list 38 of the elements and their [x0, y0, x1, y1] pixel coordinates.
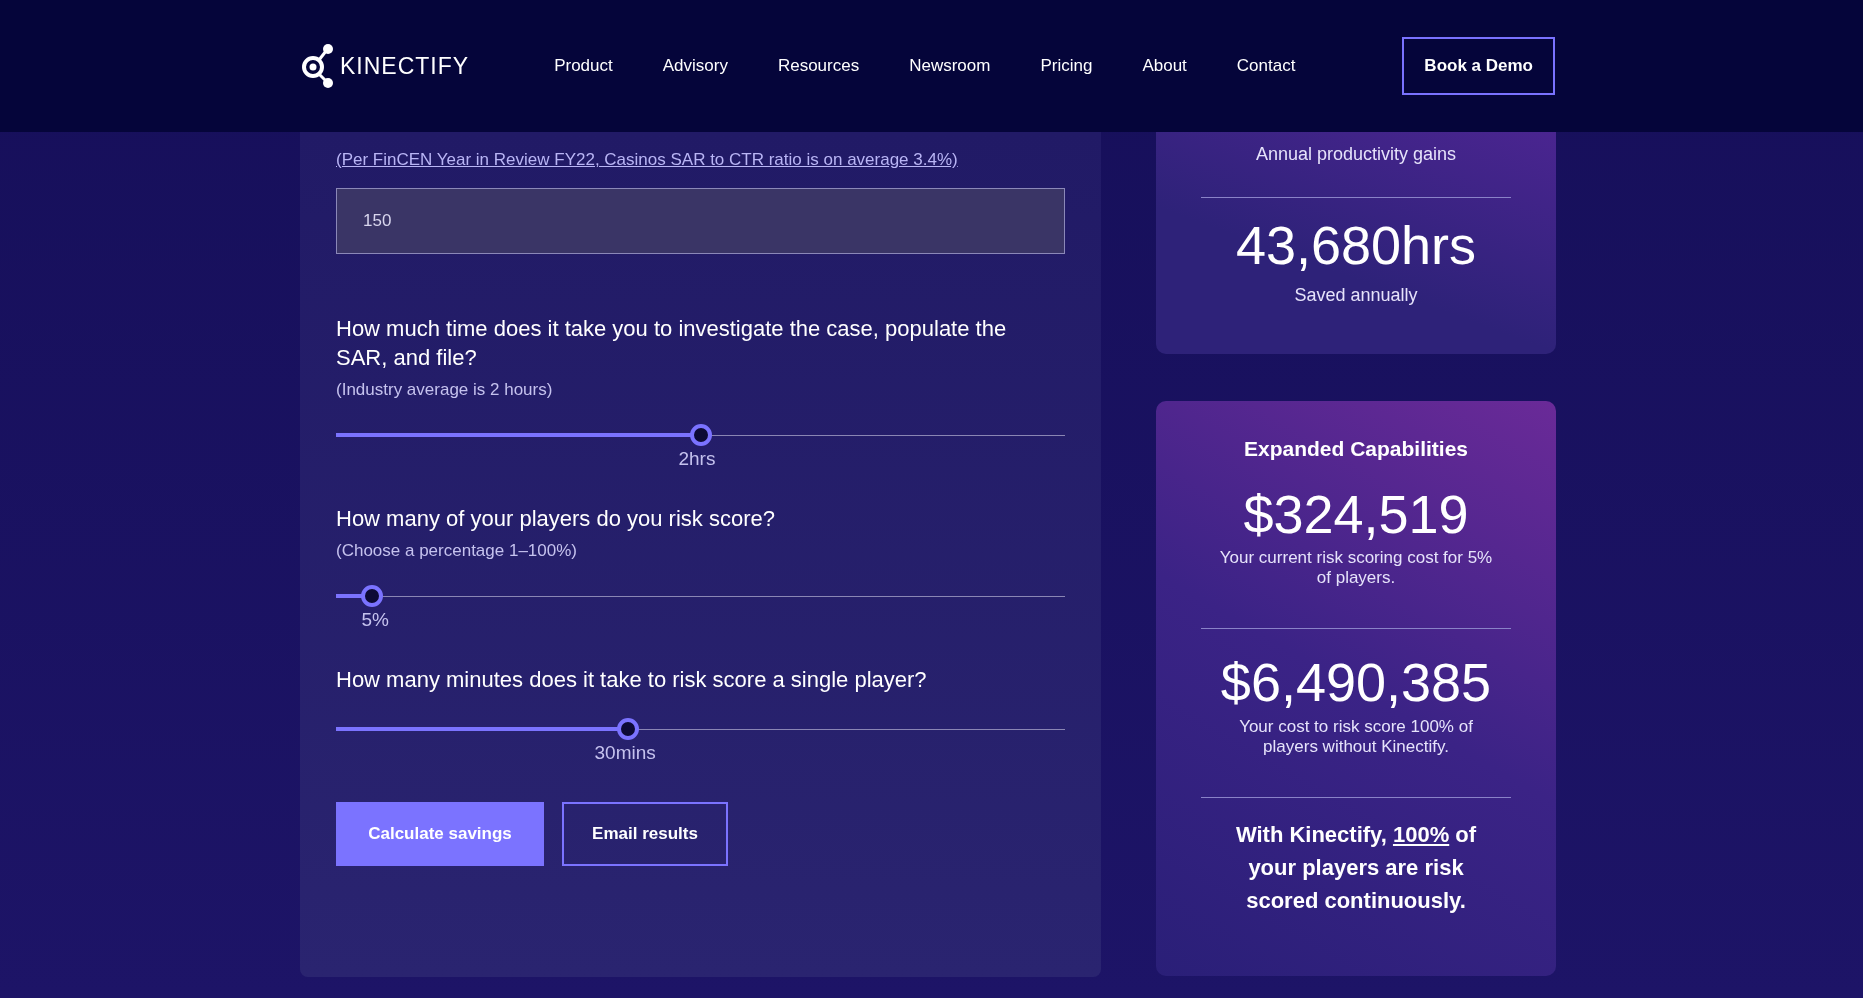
nav-link[interactable]: Product: [529, 56, 638, 76]
question-hint: (Choose a percentage 1–100%): [336, 541, 578, 561]
nav-link[interactable]: Pricing: [1015, 56, 1118, 76]
slider-track[interactable]: [336, 424, 1065, 446]
hours-value: 43,680hrs: [1234, 216, 1478, 276]
question-text: How many minutes does it take to risk score a single player?: [336, 666, 928, 694]
brand-name[interactable]: KINECTIFY: [340, 52, 470, 80]
slider-thumb[interactable]: [689, 424, 712, 446]
slider-track[interactable]: [336, 585, 1065, 607]
input-field[interactable]: 150: [336, 188, 1065, 254]
email-button[interactable]: Email results: [562, 802, 728, 866]
slider-thumb[interactable]: [361, 585, 384, 607]
card-title: Annual productivity gains: [1254, 144, 1458, 165]
statement-text: With Kinectify, 100% of your players are risk scored continuously.: [1234, 820, 1478, 915]
nav-link[interactable]: Advisory: [637, 56, 753, 76]
source-link[interactable]: (Per FinCEN Year in Review FY22, Casinos SAR to CTR ratio is on average 3.4%): [336, 150, 958, 170]
nav-link[interactable]: Newsroom: [884, 56, 1016, 76]
nav-link[interactable]: Resources: [752, 56, 885, 76]
question-hint: (Industry average is 2 hours): [336, 380, 554, 400]
cost-caption: Your cost to risk score 100% of players without Kinectify.: [1238, 716, 1474, 757]
book-demo-button[interactable]: Book a Demo: [1402, 37, 1555, 95]
logo-icon: [300, 43, 336, 89]
cost-value: $324,519: [1242, 485, 1470, 545]
slider-value: 30mins: [594, 742, 656, 764]
question-text: How many of your players do you risk score?: [336, 505, 776, 533]
card-caption: Saved annually: [1293, 285, 1419, 307]
question-text: How much time does it take you to investigate the case, populate the SAR, and file?: [336, 315, 1008, 372]
slider-thumb[interactable]: [616, 718, 639, 740]
nav-link[interactable]: Contact: [1211, 56, 1321, 76]
cost-caption: Your current risk scoring cost for 5% of players.: [1218, 548, 1494, 589]
slider-value: 5%: [361, 609, 389, 631]
cost-value: $6,490,385: [1219, 653, 1493, 713]
nav-link[interactable]: About: [1117, 56, 1212, 76]
calculate-button[interactable]: Calculate savings: [336, 802, 544, 866]
card-title: Expanded Capabilities: [1242, 437, 1470, 461]
slider-value: 2hrs: [678, 448, 716, 470]
percentage-link[interactable]: 100%: [1392, 821, 1450, 847]
slider-track[interactable]: [336, 718, 1065, 740]
